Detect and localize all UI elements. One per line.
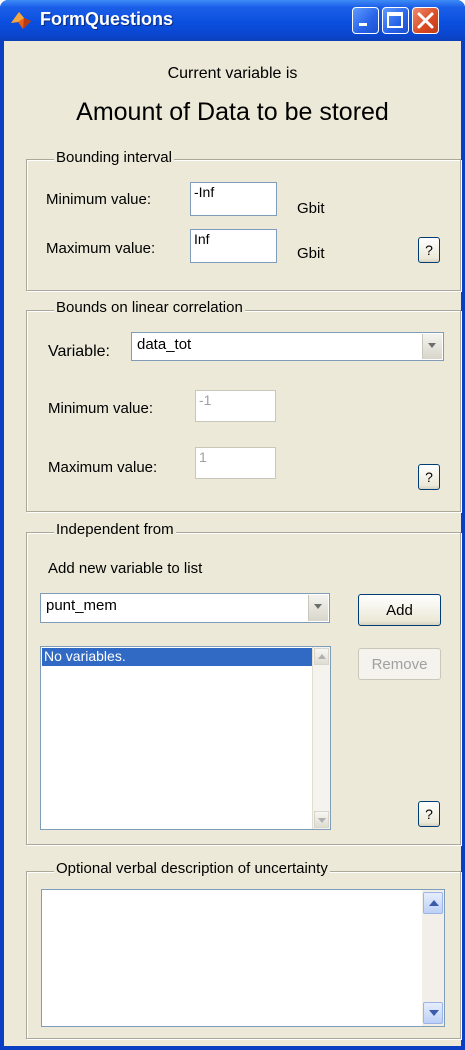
current-variable-caption: Current variable is	[167, 65, 298, 82]
scroll-up-icon[interactable]	[314, 648, 329, 665]
linear-correlation-legend: Bounds on linear correlation	[54, 299, 245, 316]
independent-from-legend: Independent from	[54, 521, 176, 538]
minimize-icon	[359, 23, 367, 26]
close-button[interactable]	[412, 7, 439, 34]
chevron-down-icon[interactable]	[422, 334, 442, 359]
verbal-description-legend: Optional verbal description of uncertain…	[54, 860, 330, 877]
close-icon	[417, 12, 434, 29]
current-variable-name: Amount of Data to be stored	[76, 98, 389, 126]
maximize-button[interactable]	[382, 7, 409, 34]
max-value-label: Maximum value:	[46, 240, 156, 257]
title-bar[interactable]: FormQuestions	[0, 0, 465, 41]
add-variable-caption: Add new variable to list	[48, 560, 203, 577]
scroll-down-icon[interactable]	[423, 1002, 443, 1024]
linear-correlation-help-button[interactable]: ?	[418, 464, 440, 490]
scroll-down-icon[interactable]	[314, 811, 329, 828]
matlab-icon	[11, 12, 31, 29]
min-value-label: Minimum value:	[46, 191, 152, 208]
max-value-input[interactable]: Inf	[190, 229, 277, 263]
independent-variables-list[interactable]: No variables.	[40, 646, 331, 830]
verbal-description-input[interactable]	[41, 889, 445, 1027]
independent-from-help-button[interactable]: ?	[418, 801, 440, 827]
bounding-interval-group	[26, 159, 461, 291]
list-scrollbar[interactable]	[312, 647, 330, 829]
add-button[interactable]: Add	[358, 594, 441, 626]
list-item[interactable]: No variables.	[42, 648, 312, 666]
bounding-interval-legend: Bounding interval	[54, 149, 174, 166]
correlation-variable-label: Variable:	[48, 343, 110, 360]
min-value-unit: Gbit	[297, 200, 325, 217]
description-scrollbar[interactable]	[422, 890, 444, 1026]
correlation-variable-select[interactable]: data_tot	[131, 332, 444, 361]
correlation-min-input[interactable]: -1	[195, 390, 276, 422]
remove-button[interactable]: Remove	[358, 648, 441, 680]
scroll-up-icon[interactable]	[423, 892, 443, 914]
correlation-min-label: Minimum value:	[48, 400, 154, 417]
bounding-interval-help-button[interactable]: ?	[418, 237, 440, 263]
independent-variable-select[interactable]: punt_mem	[40, 593, 330, 623]
correlation-max-label: Maximum value:	[48, 459, 158, 476]
window-title: FormQuestions	[40, 9, 174, 29]
form-questions-window: FormQuestions Current variable is Amount…	[0, 0, 465, 1050]
min-value-input[interactable]: -Inf	[190, 182, 277, 216]
correlation-max-input[interactable]: 1	[195, 447, 276, 479]
client-area: Current variable is Amount of Data to be…	[4, 41, 461, 1046]
chevron-down-icon[interactable]	[308, 595, 328, 621]
maximize-icon	[387, 12, 403, 28]
correlation-variable-value: data_tot	[137, 336, 192, 353]
max-value-unit: Gbit	[297, 245, 325, 262]
independent-variable-value: punt_mem	[46, 597, 117, 614]
minimize-button[interactable]	[352, 7, 379, 34]
